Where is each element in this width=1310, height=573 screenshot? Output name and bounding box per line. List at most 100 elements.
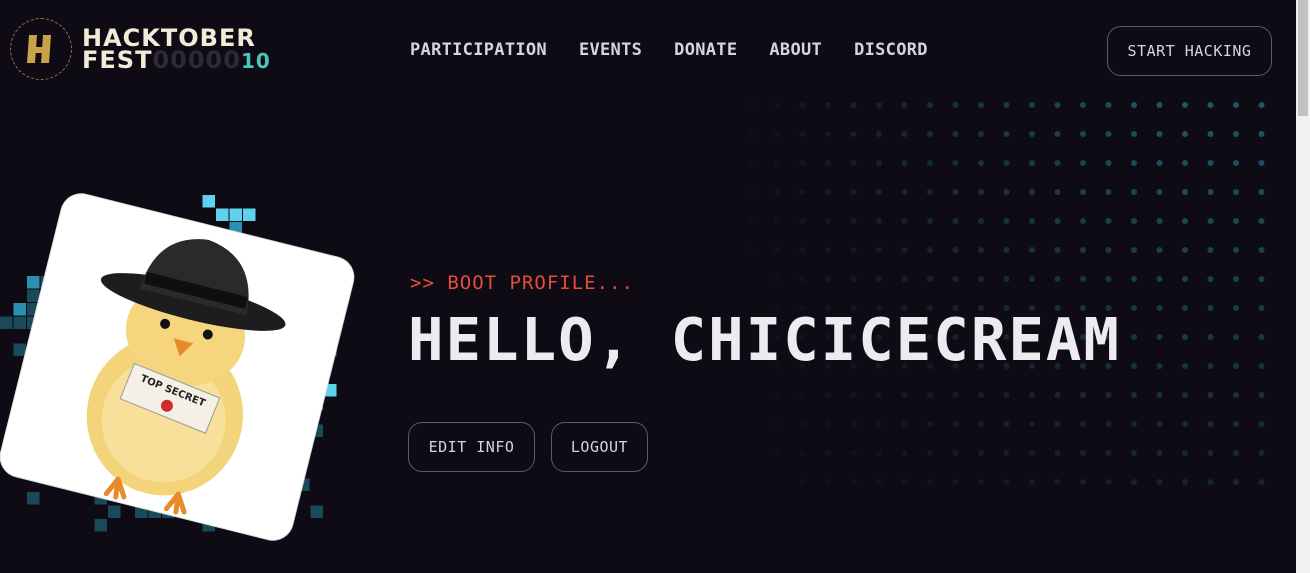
background-dot [1105,392,1112,398]
main-nav: PARTICIPATION EVENTS DONATE ABOUT DISCOR… [410,40,928,60]
background-dot [1233,218,1239,224]
background-dot [1054,421,1061,427]
background-dot [1105,276,1112,282]
background-dot [901,392,908,398]
background-dot [978,421,984,427]
background-dot [1003,450,1010,456]
background-dot [1182,218,1188,224]
background-dot [1182,363,1188,369]
nav-discord[interactable]: DISCORD [854,40,928,60]
background-dot [1003,479,1010,485]
pixel-square [27,492,40,505]
background-dot [850,276,857,282]
pixel-square [94,519,107,532]
background-dot [1003,131,1010,137]
page-scrollbar[interactable] [1296,0,1310,573]
background-dot [876,479,882,485]
greeting-title: HELLO, CHICICECREAM [408,305,1121,374]
background-dot [850,421,857,427]
background-dot [1029,131,1035,137]
background-dot [1258,160,1265,166]
background-dot [1029,479,1035,485]
pixel-square [202,195,215,208]
background-dot [952,102,959,108]
background-dot [1003,421,1010,427]
background-dot [1156,131,1163,137]
nav-about[interactable]: ABOUT [769,40,822,60]
background-dot [1156,392,1163,398]
background-dot [1156,421,1163,427]
background-dot [1131,392,1137,398]
logout-button[interactable]: LOGOUT [551,422,648,472]
hacktoberfest-logo[interactable]: HACKTOBER FEST0000010 [10,18,275,84]
background-dot [1207,305,1214,311]
start-hacking-button[interactable]: START HACKING [1107,26,1272,76]
background-dot [1029,450,1035,456]
background-dot [1080,450,1086,456]
background-dot [876,218,882,224]
background-dot [1258,334,1265,340]
background-dot [1054,160,1061,166]
background-dot [1207,479,1214,485]
background-dot [1131,450,1137,456]
background-dot [1029,421,1035,427]
background-dot [1258,218,1265,224]
background-dot [952,218,959,224]
background-dot [876,276,882,282]
background-dot [1105,102,1112,108]
background-dot [901,450,908,456]
background-dot [1003,276,1010,282]
background-dot [774,276,780,282]
background-dot [901,247,908,253]
background-dot [1258,276,1265,282]
logo-wordmark: HACKTOBER FEST0000010 [82,26,282,73]
background-dot [901,160,908,166]
background-dot [1207,392,1214,398]
background-dot [825,450,831,456]
background-dot [1054,247,1061,253]
pixel-square [13,303,26,316]
background-dot [774,421,780,427]
background-dot [1131,247,1137,253]
logo-number: 10 [240,49,271,73]
background-dot [927,479,933,485]
background-dot [1258,479,1265,485]
nav-donate[interactable]: DONATE [674,40,737,60]
background-dot [748,131,755,137]
background-dot [978,102,984,108]
background-dot [1105,450,1112,456]
background-dot [774,131,780,137]
background-dot [1156,363,1163,369]
background-dot [1233,421,1239,427]
background-dot [825,160,831,166]
background-dot [927,218,933,224]
background-dot [978,218,984,224]
background-dot [850,131,857,137]
background-dot [1182,334,1188,340]
background-dot [1105,479,1112,485]
background-dot [774,247,780,253]
background-dot [799,421,806,427]
background-dot [1182,247,1188,253]
background-dot [952,450,959,456]
scrollbar-thumb[interactable] [1298,0,1308,116]
background-dot [952,392,959,398]
background-dot [850,392,857,398]
background-dot [825,479,831,485]
background-dot [1182,131,1188,137]
nav-participation[interactable]: PARTICIPATION [410,40,547,60]
background-dot [1003,189,1010,195]
background-dot [825,102,831,108]
background-dot [825,189,831,195]
background-dot [1003,102,1010,108]
background-dot [1054,102,1061,108]
background-dot [952,479,959,485]
background-dot [850,102,857,108]
background-dot [952,247,959,253]
edit-info-button[interactable]: EDIT INFO [408,422,535,472]
background-dot [1131,479,1137,485]
background-dot [1131,305,1137,311]
background-dot [799,276,806,282]
background-dot [825,392,831,398]
nav-events[interactable]: EVENTS [579,40,642,60]
